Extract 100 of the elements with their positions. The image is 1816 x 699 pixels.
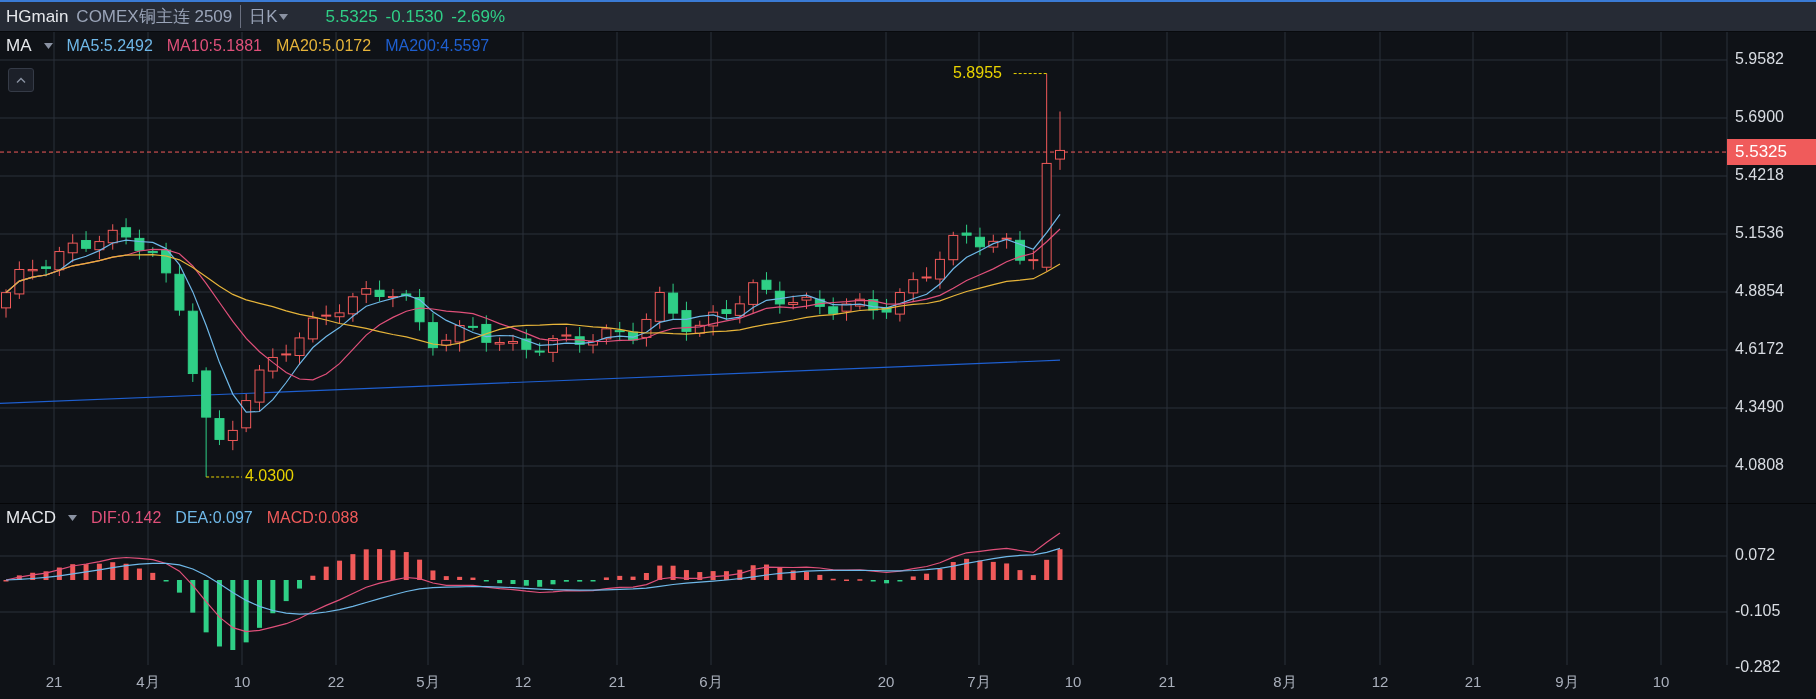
time-axis-label: 9月	[1555, 673, 1579, 692]
candlestick	[641, 312, 652, 348]
candlestick	[467, 316, 478, 332]
time-axis-label: 12	[514, 673, 532, 690]
candlestick	[974, 227, 985, 256]
histogram-bar	[323, 566, 329, 580]
candlestick	[14, 260, 25, 300]
indicator-dropdown[interactable]: MA	[6, 36, 53, 56]
candlestick	[908, 271, 919, 303]
price-axis-label: 5.6900	[1735, 108, 1784, 126]
time-axis-label: 21	[608, 673, 626, 690]
histogram-bar	[297, 580, 302, 589]
candlestick	[241, 393, 252, 433]
candlestick	[868, 289, 879, 320]
candlestick	[27, 259, 38, 281]
histogram-bar	[630, 576, 636, 580]
ma-value: MA10:5.1881	[166, 37, 262, 55]
histogram-bar	[110, 562, 116, 580]
histogram-bar	[764, 564, 769, 580]
candlestick	[508, 334, 518, 352]
candlestick	[427, 312, 438, 357]
candlestick	[361, 280, 372, 304]
time-axis-label: 21	[45, 673, 63, 690]
histogram-bar	[804, 571, 809, 580]
high-price-label: 5.8955	[953, 63, 1002, 82]
histogram-bar	[283, 580, 289, 602]
time-axis-label: 10	[1064, 673, 1082, 690]
time-axis-label: 10	[1652, 673, 1670, 690]
candlestick	[321, 305, 332, 326]
histogram-bar	[203, 580, 209, 633]
candlestick	[374, 280, 385, 302]
candlestick	[814, 289, 825, 315]
current-price-tag: 5.5325	[1727, 139, 1816, 166]
histogram-bar	[350, 554, 356, 580]
histogram-bar	[990, 561, 996, 580]
histogram-bar	[83, 564, 89, 580]
candlestick	[734, 295, 745, 324]
time-axis-label: 21	[1158, 673, 1176, 690]
histogram-bar	[537, 580, 543, 587]
ma-value: MA5:5.2492	[66, 37, 153, 55]
histogram-bar	[470, 577, 476, 580]
candlestick	[961, 224, 972, 245]
candlestick	[107, 223, 118, 251]
candlestick	[841, 297, 852, 322]
histogram-bar	[830, 578, 836, 581]
price-axis-label: 4.0808	[1735, 456, 1784, 474]
leader-line	[205, 476, 243, 478]
histogram-bar	[150, 572, 156, 580]
time-axis-label: 8月	[1273, 673, 1297, 692]
histogram-bar	[190, 580, 196, 613]
candlestick	[147, 246, 158, 258]
price-axis-label: 5.9582	[1735, 50, 1784, 68]
candlestick	[708, 304, 719, 336]
histogram-bar	[737, 569, 743, 580]
candlestick	[828, 296, 839, 321]
histogram-bar	[497, 580, 503, 584]
histogram-bar	[950, 562, 956, 580]
candlestick	[481, 314, 492, 353]
histogram-bar	[964, 558, 970, 580]
histogram-bar	[750, 565, 756, 580]
macd-value: DEA:0.097	[175, 509, 253, 527]
candlestick	[267, 347, 278, 379]
candlestick	[548, 334, 558, 363]
candlestick	[494, 336, 505, 352]
candlestick	[601, 323, 612, 345]
histogram-bar	[176, 580, 182, 593]
candlestick	[41, 259, 52, 277]
candlestick	[81, 230, 92, 253]
histogram-bar	[510, 580, 516, 584]
time-axis-label: 5月	[416, 673, 440, 692]
histogram-bar	[377, 549, 383, 580]
histogram-bar	[670, 565, 676, 580]
histogram-bar	[910, 576, 916, 580]
caret-icon	[68, 515, 78, 521]
candlestick	[534, 342, 545, 357]
histogram-bar	[417, 559, 423, 580]
candlestick	[854, 292, 865, 311]
candlestick	[614, 321, 625, 342]
candlestick	[681, 301, 692, 342]
time-axis-label: 12	[1371, 673, 1389, 690]
candlestick	[668, 283, 679, 321]
candlestick	[214, 409, 225, 446]
histogram-bar	[363, 549, 369, 580]
histogram-bar	[390, 550, 396, 580]
collapse-button[interactable]	[8, 68, 34, 92]
candlestick	[401, 289, 412, 302]
candlestick	[774, 281, 785, 315]
candlestick	[654, 286, 665, 330]
candlestick	[694, 320, 705, 338]
candlestick	[161, 242, 172, 284]
histogram-bar	[257, 580, 262, 628]
macd-axis-label: -0.282	[1735, 658, 1781, 676]
indicator-dropdown[interactable]: MACD	[6, 508, 78, 528]
histogram-bar	[710, 571, 716, 580]
histogram-bar	[550, 580, 556, 585]
histogram-bar	[43, 571, 49, 580]
period-dropdown[interactable]: 日K	[249, 5, 288, 28]
histogram-bar	[403, 552, 409, 580]
histogram-bar	[457, 576, 463, 580]
histogram-bar	[1030, 575, 1036, 580]
